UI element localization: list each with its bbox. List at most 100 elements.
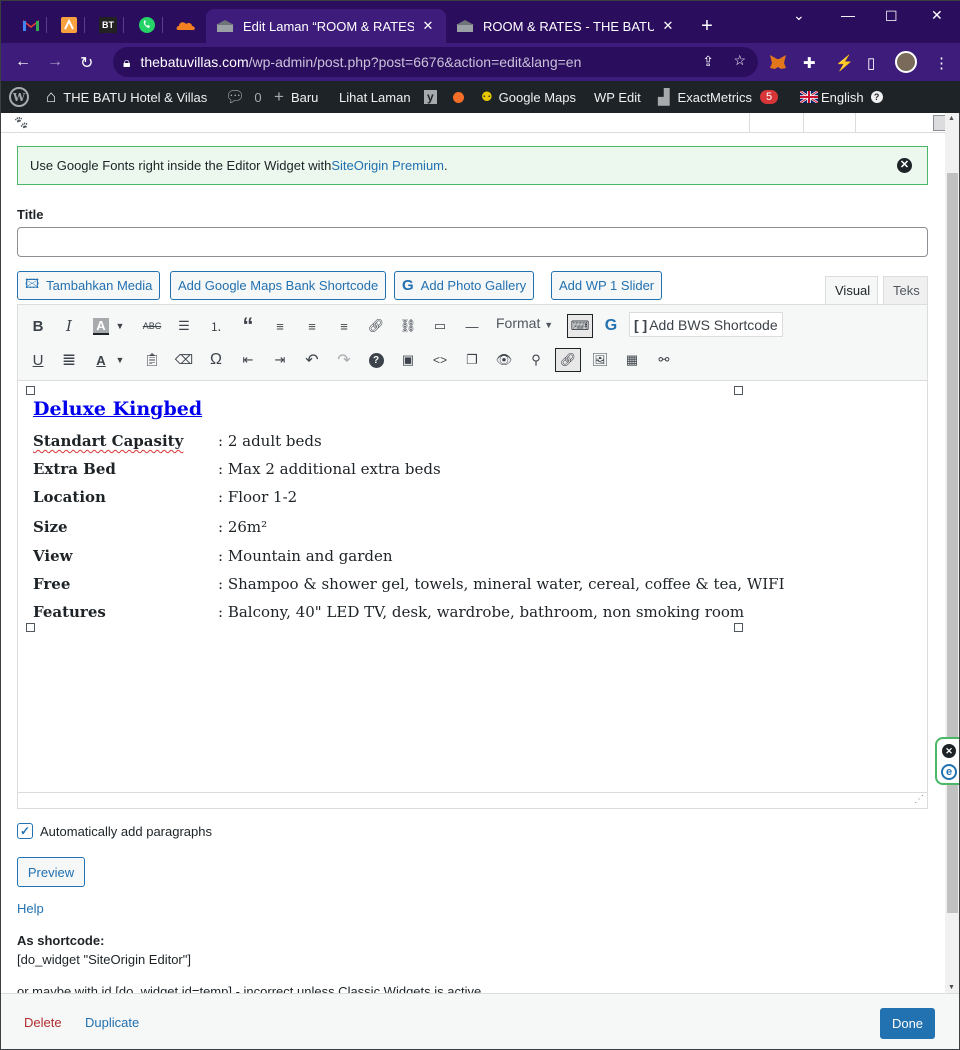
whatsapp-pinned-tab[interactable]: [132, 10, 163, 40]
align-left-icon[interactable]: ≡: [269, 315, 291, 337]
duplicate-link[interactable]: Duplicate: [85, 1015, 139, 1030]
minimize-button[interactable]: —: [841, 7, 855, 23]
anchor-link-icon[interactable]: ⚯: [653, 349, 675, 371]
align-right-icon[interactable]: ≡: [333, 315, 355, 337]
underline-icon[interactable]: U: [27, 349, 49, 371]
yoast-icon[interactable]: y: [424, 81, 437, 113]
extensions-puzzle-icon[interactable]: ✚: [803, 54, 816, 72]
done-button[interactable]: Done: [880, 1008, 935, 1039]
add-photo-gallery-button[interactable]: G Add Photo Gallery: [394, 271, 535, 300]
insert-link-icon[interactable]: 🔗︎: [365, 315, 387, 337]
preview-eye-icon[interactable]: 👁︎: [493, 349, 515, 371]
link-icon[interactable]: 🔗︎: [555, 348, 581, 372]
resize-grip-icon[interactable]: ⋰: [914, 794, 924, 805]
bws-shortcode-button[interactable]: [ ] Add BWS Shortcode: [629, 312, 783, 337]
italic-icon[interactable]: I: [58, 315, 80, 337]
keyboard-icon[interactable]: ⌨: [567, 314, 593, 338]
outdent-icon[interactable]: ⇤: [237, 349, 259, 371]
numbered-list-icon[interactable]: ⒈: [205, 315, 227, 337]
gmail-pinned-tab[interactable]: [16, 10, 47, 40]
add-slider-button[interactable]: Add WP 1 Slider: [551, 271, 663, 300]
bookmark-star-icon[interactable]: ☆: [733, 52, 746, 69]
format-dropdown[interactable]: Format ▼: [496, 315, 553, 331]
strikethrough-icon[interactable]: ABC: [141, 315, 163, 337]
unlink-icon[interactable]: ⛓︎: [397, 315, 419, 337]
performance-icon[interactable]: ⚡: [835, 54, 854, 72]
find-binoculars-icon[interactable]: ⚲: [525, 349, 547, 371]
resize-handle[interactable]: [26, 386, 35, 395]
copy-icon[interactable]: ❐: [461, 349, 483, 371]
image-icon[interactable]: 🖼︎: [589, 349, 611, 371]
close-window-button[interactable]: ✕: [931, 7, 943, 24]
gallery-g-icon[interactable]: G: [600, 315, 622, 337]
reload-icon[interactable]: ↻: [80, 53, 93, 73]
tab-room-rates[interactable]: ROOM & RATES - THE BATU Hoti ✕: [446, 9, 686, 43]
indent-icon[interactable]: ⇥: [269, 349, 291, 371]
share-icon[interactable]: ⇪: [702, 53, 714, 70]
language-switcher[interactable]: English ?: [800, 81, 883, 113]
extension-e-icon[interactable]: e: [941, 764, 957, 780]
resize-handle[interactable]: [26, 623, 35, 632]
tab-edit-laman[interactable]: Edit Laman “ROOM & RATES” ‹ TI ✕: [206, 9, 446, 43]
help-link[interactable]: Help: [17, 901, 44, 916]
tab-text[interactable]: Teks: [883, 276, 928, 304]
bold-icon[interactable]: B: [27, 315, 49, 337]
close-tab-icon[interactable]: ✕: [420, 18, 436, 34]
code-icon[interactable]: <>: [429, 349, 451, 371]
site-name-link[interactable]: ⌂ THE BATU Hotel & Villas: [46, 81, 207, 113]
scrollbar-thumb[interactable]: [947, 173, 958, 913]
siteorigin-premium-link[interactable]: SiteOrigin Premium: [331, 158, 444, 173]
paste-text-icon[interactable]: 📋︎: [141, 349, 163, 371]
scroll-down-icon[interactable]: ▼: [948, 984, 955, 991]
menu-kebab-icon[interactable]: ⋮: [934, 54, 949, 72]
undo-icon[interactable]: ↶: [301, 349, 323, 371]
text-highlight-icon[interactable]: A: [90, 315, 112, 337]
help-circle-icon[interactable]: ?: [365, 349, 387, 371]
tab-search-icon[interactable]: ⌄: [793, 7, 805, 24]
text-color-icon[interactable]: A: [90, 349, 112, 371]
metamask-icon[interactable]: [769, 54, 787, 70]
special-character-icon[interactable]: Ω: [205, 349, 227, 371]
url-input[interactable]: 🔒︎ thebatuvillas.com/wp-admin/post.php?p…: [113, 47, 758, 77]
cloudflare-pinned-tab[interactable]: [171, 10, 201, 40]
bullet-list-icon[interactable]: ☰: [173, 315, 195, 337]
chevron-down-icon[interactable]: ▼: [114, 315, 126, 337]
new-content-link[interactable]: + Baru: [274, 81, 318, 113]
preview-button[interactable]: Preview: [17, 857, 85, 887]
room-heading-link[interactable]: Deluxe Kingbed: [33, 398, 202, 420]
bt-pinned-tab[interactable]: BT: [93, 10, 124, 40]
chevron-down-icon[interactable]: ▼: [114, 349, 126, 371]
google-maps-link[interactable]: ⚉ Google Maps: [481, 81, 576, 113]
justify-icon[interactable]: ≣: [58, 349, 80, 371]
delete-link[interactable]: Delete: [24, 1015, 62, 1030]
dismiss-notice-icon[interactable]: ✕: [897, 158, 912, 173]
tab-visual[interactable]: Visual: [825, 276, 878, 304]
scroll-up-icon[interactable]: ▲: [948, 115, 955, 122]
analytics-pinned-tab[interactable]: [54, 10, 85, 40]
resize-handle[interactable]: [734, 623, 743, 632]
resize-handle[interactable]: [734, 386, 743, 395]
forward-icon[interactable]: →: [47, 53, 63, 71]
add-media-button[interactable]: 🖾 Tambahkan Media: [17, 271, 161, 300]
close-circle-icon[interactable]: ✕: [942, 744, 956, 758]
redo-icon[interactable]: ↷: [333, 349, 355, 371]
back-icon[interactable]: ←: [15, 53, 31, 71]
comments-link[interactable]: 💬︎ 0: [225, 81, 262, 113]
close-tab-icon[interactable]: ✕: [660, 18, 676, 34]
align-center-icon[interactable]: ≡: [301, 315, 323, 337]
clear-formatting-icon[interactable]: ⌫: [173, 349, 195, 371]
new-tab-button[interactable]: +: [697, 15, 717, 38]
horizontal-line-icon[interactable]: —: [461, 315, 483, 337]
wordpress-logo-icon[interactable]: W: [9, 81, 29, 113]
table-icon[interactable]: ▦: [621, 349, 643, 371]
add-google-maps-button[interactable]: Add Google Maps Bank Shortcode: [170, 271, 387, 300]
maximize-button[interactable]: ☐: [885, 8, 898, 25]
read-more-icon[interactable]: ▭: [429, 315, 451, 337]
title-input[interactable]: [17, 227, 928, 257]
blockquote-icon[interactable]: “: [237, 313, 259, 338]
view-page-link[interactable]: Lihat Laman: [339, 81, 411, 113]
auto-paragraphs-checkbox[interactable]: ✓: [17, 823, 33, 839]
profile-avatar[interactable]: [895, 51, 917, 73]
editor-content[interactable]: Deluxe Kingbed Standart Capasity: 2 adul…: [18, 382, 927, 792]
media-embed-icon[interactable]: ▣: [397, 349, 419, 371]
